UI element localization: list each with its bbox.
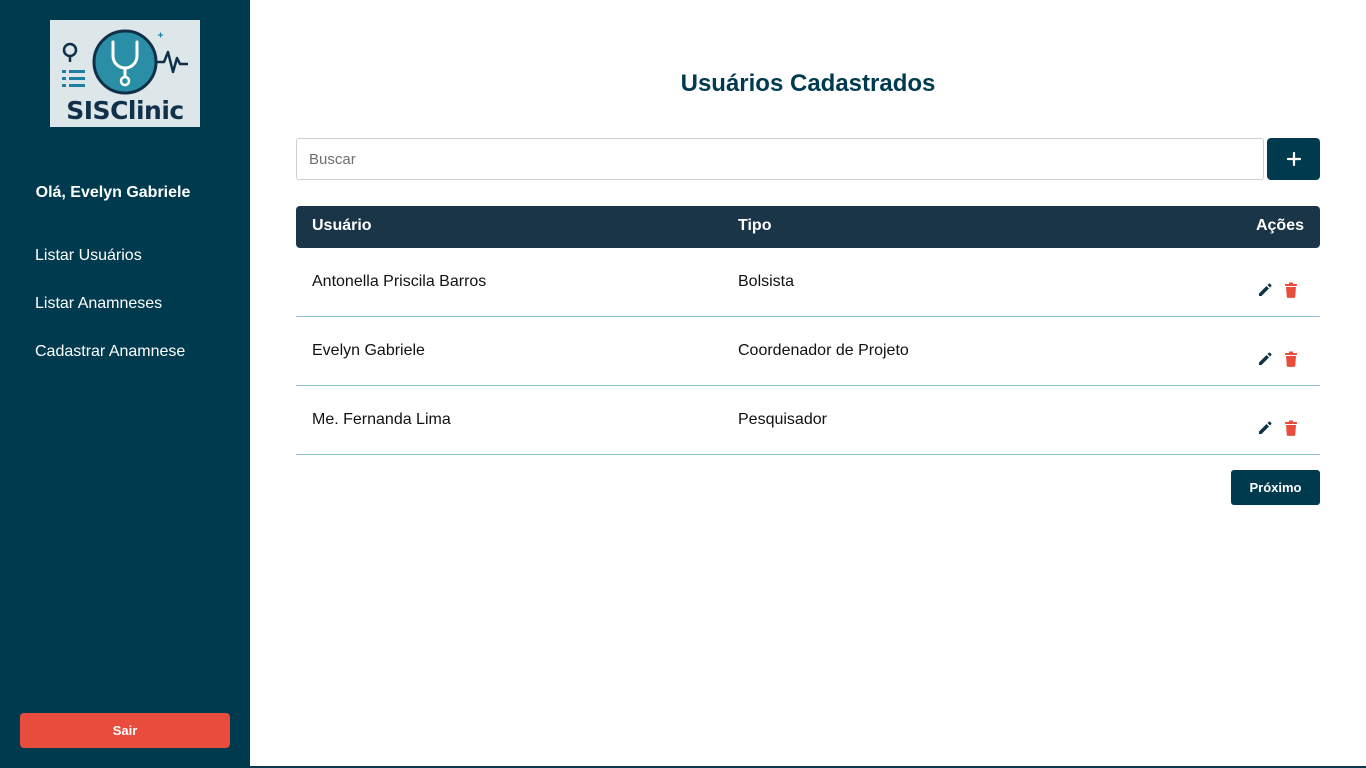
trash-icon[interactable] — [1282, 419, 1300, 437]
edit-icon[interactable] — [1256, 350, 1274, 368]
users-table: Usuário Tipo Ações Antonella Priscila Ba… — [296, 206, 1320, 455]
user-type-cell: Pesquisador — [738, 411, 827, 428]
table-row: Evelyn Gabriele Coordenador de Projeto — [296, 317, 1320, 386]
table-row: Antonella Priscila Barros Bolsista — [296, 248, 1320, 317]
sisclinic-logo: SISClinic — [50, 20, 200, 127]
row-actions — [1256, 350, 1300, 368]
plus-icon — [1286, 152, 1301, 166]
column-header-user: Usuário — [312, 217, 372, 234]
user-type-cell: Coordenador de Projeto — [738, 342, 909, 359]
user-type-cell: Bolsista — [738, 273, 795, 290]
column-header-type: Tipo — [738, 217, 772, 234]
sidebar-item-cadastrar-anamnese[interactable]: Cadastrar Anamnese — [35, 342, 185, 390]
next-page-button[interactable]: Próximo — [1231, 470, 1320, 505]
sidebar-nav: Listar Usuários Listar Anamneses Cadastr… — [35, 246, 185, 390]
search-input[interactable] — [296, 138, 1264, 180]
sidebar-item-listar-usuarios[interactable]: Listar Usuários — [35, 246, 185, 294]
logout-button[interactable]: Sair — [20, 713, 230, 748]
column-header-actions: Ações — [1255, 217, 1304, 234]
trash-icon[interactable] — [1282, 281, 1300, 299]
edit-icon[interactable] — [1256, 281, 1274, 299]
sidebar-item-listar-anamneses[interactable]: Listar Anamneses — [35, 294, 185, 342]
logo-text: SISClinic — [66, 96, 184, 125]
row-actions — [1256, 281, 1300, 299]
trash-icon[interactable] — [1282, 350, 1300, 368]
user-name-cell: Antonella Priscila Barros — [312, 273, 487, 290]
sidebar: SISClinic Olá, Evelyn Gabriele Listar Us… — [0, 0, 250, 768]
row-actions — [1256, 419, 1300, 437]
table-row: Me. Fernanda Lima Pesquisador — [296, 386, 1320, 455]
user-name-cell: Evelyn Gabriele — [312, 342, 425, 359]
edit-icon[interactable] — [1256, 419, 1274, 437]
page-title: Usuários Cadastrados — [680, 70, 936, 97]
table-header: Usuário Tipo Ações — [296, 206, 1320, 248]
user-name-cell: Me. Fernanda Lima — [312, 411, 451, 428]
add-user-button[interactable] — [1267, 138, 1320, 180]
user-greeting: Olá, Evelyn Gabriele — [35, 184, 191, 201]
main-content: Usuários Cadastrados Usuário Tipo Ações … — [250, 0, 1366, 766]
